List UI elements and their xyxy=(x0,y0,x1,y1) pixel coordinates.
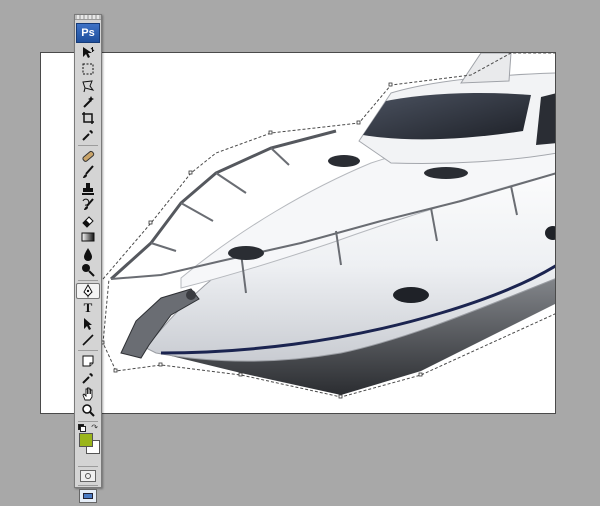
eyedropper-icon xyxy=(82,129,93,141)
line-tool[interactable] xyxy=(76,332,100,348)
magic-wand-icon xyxy=(83,96,94,108)
move-tool[interactable] xyxy=(76,45,100,61)
brush-tool[interactable] xyxy=(76,164,100,180)
clone-stamp-icon xyxy=(82,182,94,195)
healing-brush-tool[interactable] xyxy=(76,148,100,164)
color-swatches: ↷ xyxy=(75,423,101,464)
toolbar-separator xyxy=(78,350,98,352)
path-selection-tool[interactable] xyxy=(76,316,100,332)
dodge-icon xyxy=(82,264,95,277)
default-colors-button[interactable] xyxy=(78,423,86,432)
toolbar-separator xyxy=(78,280,98,282)
magic-wand-tool[interactable] xyxy=(76,94,100,110)
pen-tool[interactable] xyxy=(76,283,100,300)
foreground-color-swatch[interactable] xyxy=(79,432,93,447)
history-brush-tool[interactable] xyxy=(76,197,100,213)
hand-icon xyxy=(82,387,93,401)
line-icon xyxy=(82,334,94,346)
path-selection-icon xyxy=(84,317,92,330)
blur-icon xyxy=(84,247,92,261)
zoom-tool[interactable] xyxy=(76,402,100,418)
quick-mask-button[interactable] xyxy=(80,469,96,482)
marquee-icon xyxy=(82,63,94,75)
panel-grip[interactable] xyxy=(75,15,101,20)
toolbar-separator xyxy=(78,465,98,467)
document-canvas[interactable] xyxy=(40,52,556,414)
move-icon xyxy=(83,47,95,59)
toolbar-separator xyxy=(78,144,98,146)
color-sampler-icon xyxy=(82,372,93,384)
eyedropper-tool[interactable] xyxy=(76,126,100,142)
blur-tool[interactable] xyxy=(76,246,100,262)
crop-icon xyxy=(82,112,94,125)
hand-tool[interactable] xyxy=(76,386,100,402)
clone-stamp-tool[interactable] xyxy=(76,180,100,196)
pen-icon xyxy=(83,284,93,298)
brush-icon xyxy=(83,165,94,179)
photoshop-logo[interactable]: Ps xyxy=(76,23,100,43)
boat-image xyxy=(100,53,555,399)
lasso-tool[interactable] xyxy=(76,78,100,94)
lasso-icon xyxy=(82,80,95,92)
type-icon: T xyxy=(83,299,93,315)
eraser-tool[interactable] xyxy=(76,213,100,229)
healing-brush-icon xyxy=(82,150,95,162)
eraser-icon xyxy=(82,216,94,228)
crop-tool[interactable] xyxy=(76,110,100,126)
gradient-tool[interactable] xyxy=(76,229,100,245)
zoom-icon xyxy=(82,404,95,418)
marquee-tool[interactable] xyxy=(76,61,100,77)
gradient-icon xyxy=(81,232,95,242)
type-tool[interactable]: T xyxy=(76,299,100,315)
tools-panel: Ps T ↷ xyxy=(74,14,102,503)
screen-mode-button[interactable] xyxy=(79,488,97,503)
toolbar-separator xyxy=(78,420,98,422)
dodge-tool[interactable] xyxy=(76,262,100,278)
notes-icon xyxy=(82,355,94,367)
swap-colors-icon[interactable]: ↷ xyxy=(91,423,98,432)
toolbar-separator xyxy=(78,484,98,486)
history-brush-icon xyxy=(82,198,94,210)
notes-tool[interactable] xyxy=(76,353,100,369)
color-sampler-tool[interactable] xyxy=(76,370,100,386)
